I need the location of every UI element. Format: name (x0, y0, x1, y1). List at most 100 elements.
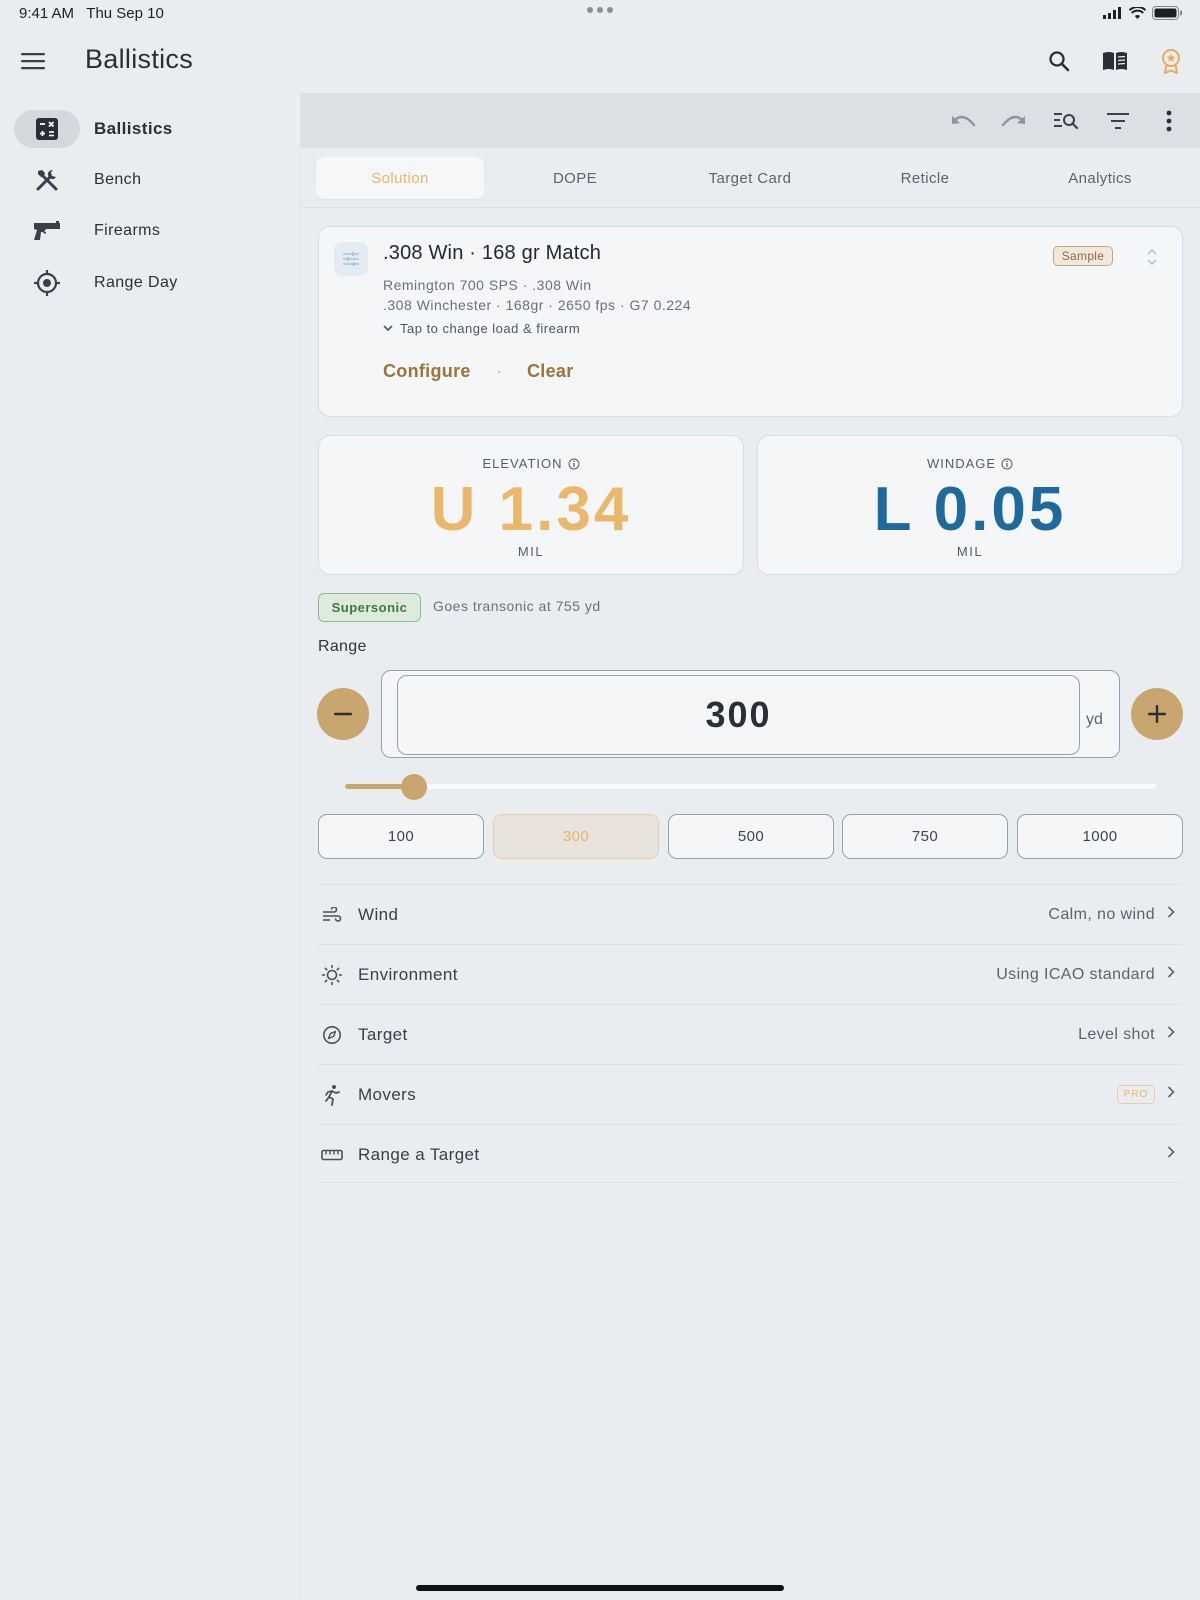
status-indicators (1103, 6, 1182, 20)
range-label: Range (318, 638, 367, 655)
sliders-icon (343, 252, 359, 266)
app-title: Ballistics (85, 44, 194, 74)
tab-dope[interactable]: DOPE (491, 157, 659, 199)
row-label: Range a Target (358, 1144, 480, 1164)
tab-reticle[interactable]: Reticle (841, 157, 1009, 199)
preset-1000[interactable]: 1000 (1017, 814, 1183, 859)
sidebar-item-bench[interactable]: Bench (14, 160, 284, 200)
row-value: Calm, no wind (1048, 905, 1155, 923)
pro-award-button[interactable] (1156, 46, 1186, 76)
link-separator: · (497, 363, 502, 379)
sidebar-item-ballistics[interactable]: Ballistics (14, 109, 284, 149)
tools-icon (36, 169, 58, 191)
elevation-label-text: ELEVATION (482, 456, 563, 471)
preset-500[interactable]: 500 (668, 814, 834, 859)
sidebar-item-firearms[interactable]: Firearms (14, 211, 284, 251)
calculator-icon (36, 118, 58, 140)
undo-button[interactable] (948, 106, 978, 136)
chevron-right-icon (1167, 1026, 1175, 1038)
change-load-hint-text: Tap to change load & firearm (400, 321, 581, 336)
chevron-down-icon (383, 325, 393, 332)
redo-icon (1001, 115, 1025, 127)
row-range-a-target[interactable]: Range a Target (318, 1124, 1183, 1184)
range-decrement-button[interactable] (317, 688, 369, 740)
sidebar-item-range-day[interactable]: Range Day (14, 263, 284, 303)
multitask-dots[interactable] (587, 4, 613, 16)
more-vert-icon (1166, 110, 1172, 132)
row-value: Level shot (1078, 1025, 1155, 1043)
row-environment[interactable]: Environment Using ICAO standard (318, 944, 1183, 1004)
row-movers[interactable]: Movers PRO (318, 1064, 1183, 1124)
sidebar-item-label: Bench (94, 171, 142, 188)
row-wind[interactable]: Wind Calm, no wind (318, 884, 1183, 944)
toolbar (301, 93, 1200, 148)
filter-button[interactable] (1103, 106, 1133, 136)
wind-icon (323, 906, 342, 922)
preset-100[interactable]: 100 (318, 814, 484, 859)
book-icon (1103, 52, 1127, 70)
chevron-right-icon (1167, 1146, 1175, 1158)
tab-solution[interactable]: Solution (316, 157, 484, 199)
clear-button[interactable]: Clear (527, 361, 574, 382)
info-icon[interactable] (1001, 458, 1013, 470)
load-details: .308 Winchester · 168gr · 2650 fps · G7 … (383, 297, 692, 313)
home-indicator[interactable] (416, 1585, 784, 1591)
load-firearm: Remington 700 SPS · .308 Win (383, 277, 592, 293)
supersonic-badge: Supersonic (318, 593, 421, 622)
range-input[interactable] (397, 675, 1080, 755)
compass-icon (323, 1025, 341, 1044)
crosshair-icon (34, 270, 60, 296)
elevation-value: U 1.34 (430, 475, 632, 544)
plus-icon (1148, 705, 1166, 723)
sidebar: Ballistics Bench Firearms Range Day (0, 95, 300, 1600)
row-target[interactable]: Target Level shot (318, 1004, 1183, 1064)
configure-button[interactable]: Configure (383, 361, 471, 382)
row-label: Target (358, 1024, 408, 1044)
status-time-text: 9:41 AM (19, 5, 75, 22)
windage-value: L 0.05 (873, 475, 1067, 544)
load-title: .308 Win · 168 gr Match (383, 242, 602, 264)
more-button[interactable] (1154, 106, 1184, 136)
windage-label: WINDAGE (758, 456, 1182, 471)
tab-analytics[interactable]: Analytics (1016, 157, 1184, 199)
row-label: Environment (358, 964, 458, 984)
range-slider-thumb[interactable] (400, 774, 427, 800)
transonic-note: Goes transonic at 755 yd (433, 598, 601, 614)
windage-unit: MIL (956, 544, 984, 559)
row-value: Using ICAO standard (996, 965, 1155, 983)
elevation-card[interactable]: ELEVATION U 1.34 MIL (318, 435, 744, 575)
status-date-text: Thu Sep 10 (86, 5, 164, 22)
menu-button[interactable] (20, 49, 46, 73)
search-list-icon (1054, 113, 1079, 130)
chevron-right-icon (1167, 1086, 1175, 1098)
ruler-icon (321, 1149, 343, 1160)
guide-button[interactable] (1100, 46, 1130, 76)
sidebar-divider (300, 93, 301, 1600)
load-card[interactable]: .308 Win · 168 gr Match Remington 700 SP… (318, 226, 1183, 417)
sample-badge: Sample (1053, 246, 1113, 266)
search-list-button[interactable] (1051, 106, 1081, 136)
info-icon[interactable] (568, 458, 580, 470)
preset-300[interactable]: 300 (493, 814, 659, 859)
chevron-right-icon (1167, 966, 1175, 978)
preset-750[interactable]: 750 (842, 814, 1008, 859)
tab-target-card[interactable]: Target Card (666, 157, 834, 199)
unfold-icon (1147, 248, 1157, 266)
status-time: 9:41 AM Thu Sep 10 (19, 5, 164, 22)
redo-button[interactable] (999, 106, 1029, 136)
sidebar-item-label: Range Day (94, 274, 178, 291)
range-increment-button[interactable] (1131, 688, 1183, 740)
windage-card[interactable]: WINDAGE L 0.05 MIL (757, 435, 1183, 575)
range-field: yd (381, 670, 1120, 758)
expand-toggle[interactable] (1141, 244, 1163, 270)
filter-icon (1107, 113, 1129, 129)
sidebar-item-label: Ballistics (94, 119, 173, 138)
elevation-label: ELEVATION (319, 456, 743, 471)
row-label: Wind (358, 904, 399, 924)
signal-icon (1103, 7, 1121, 19)
search-button[interactable] (1044, 46, 1074, 76)
change-load-hint[interactable]: Tap to change load & firearm (383, 321, 580, 336)
elevation-unit: MIL (517, 544, 545, 559)
rows-divider (318, 1182, 1183, 1183)
range-slider-track[interactable] (345, 784, 1156, 789)
